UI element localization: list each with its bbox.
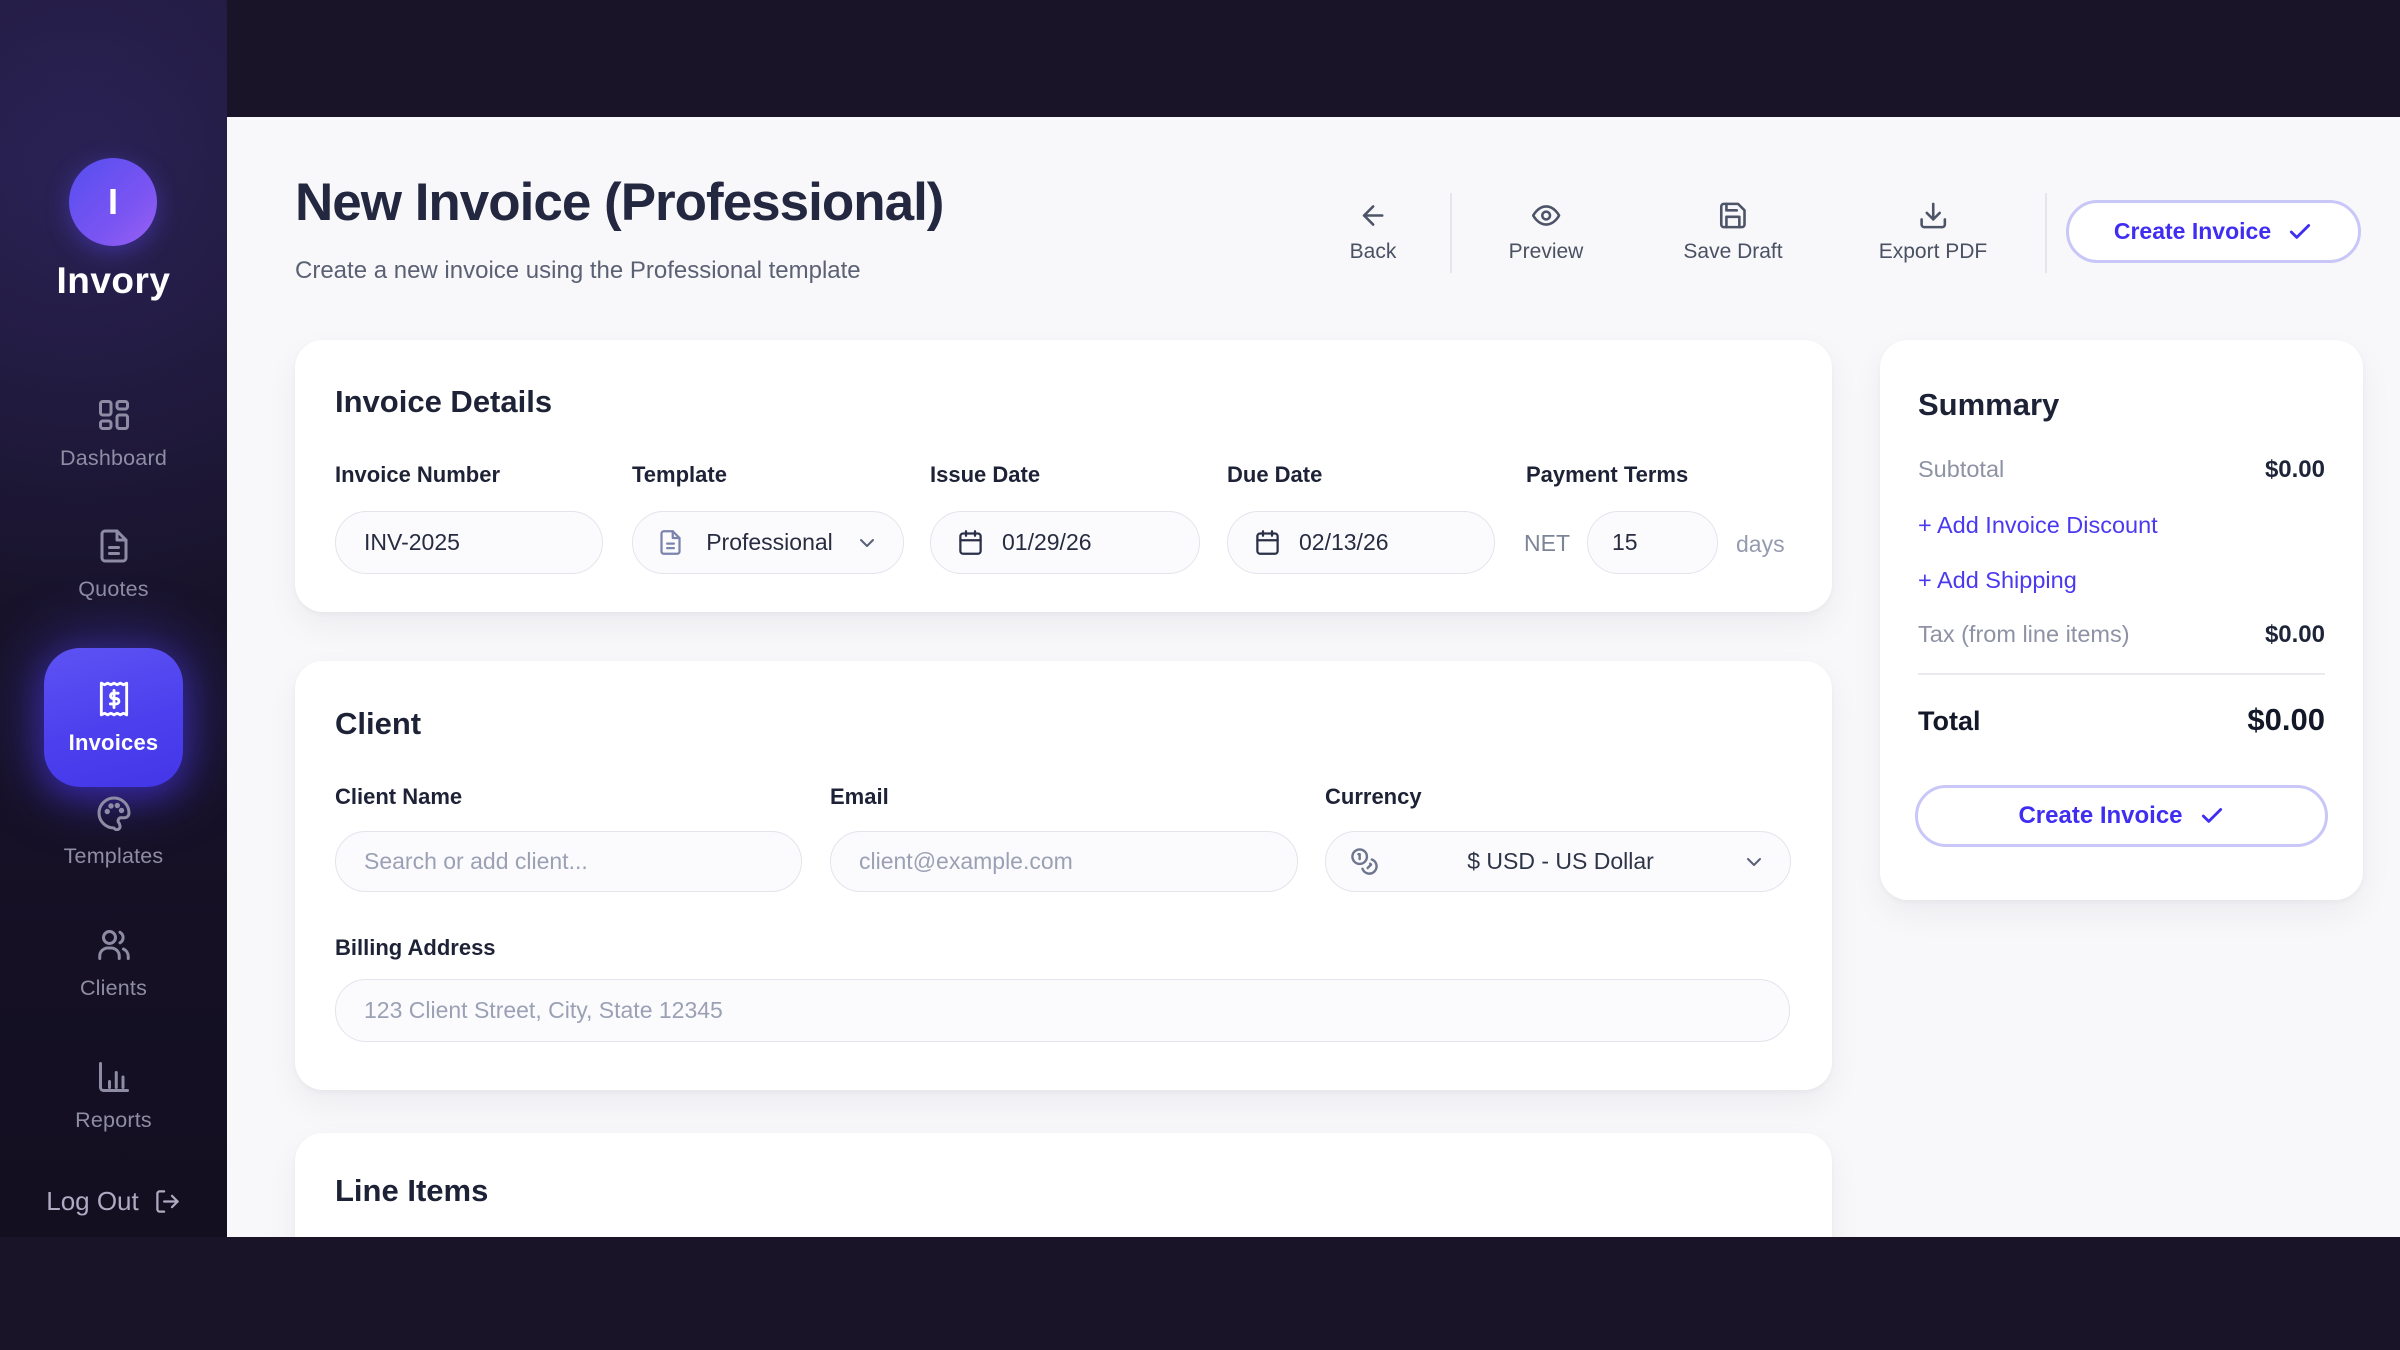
check-icon xyxy=(2199,803,2225,829)
summary-heading: Summary xyxy=(1918,387,2059,423)
tax-value: $0.00 xyxy=(2265,621,2325,649)
app-logo-letter: I xyxy=(108,181,118,223)
create-invoice-label: Create Invoice xyxy=(2114,218,2271,245)
save-draft-label: Save Draft xyxy=(1683,240,1782,264)
sidebar-item-label: Clients xyxy=(80,976,147,1001)
due-date-label: Due Date xyxy=(1227,462,1322,488)
export-pdf-label: Export PDF xyxy=(1879,240,1988,264)
add-shipping-link[interactable]: + Add Shipping xyxy=(1918,567,2077,594)
template-select[interactable]: Professional xyxy=(632,511,904,574)
issue-date-input[interactable]: 01/29/26 xyxy=(930,511,1200,574)
preview-label: Preview xyxy=(1509,240,1584,264)
sidebar-item-label: Templates xyxy=(64,844,164,869)
sidebar-item-label: Reports xyxy=(75,1108,152,1133)
create-invoice-button-top[interactable]: Create Invoice xyxy=(2066,200,2361,263)
download-icon xyxy=(1918,200,1949,231)
issue-date-value: 01/29/26 xyxy=(1002,529,1092,556)
sidebar-item-quotes[interactable]: Quotes xyxy=(0,528,227,602)
calendar-icon xyxy=(957,529,984,556)
currency-label: Currency xyxy=(1325,784,1422,810)
back-label: Back xyxy=(1350,240,1397,264)
currency-select[interactable]: $ USD - US Dollar xyxy=(1325,831,1791,892)
app-name: Invory xyxy=(0,260,227,302)
page-subtitle: Create a new invoice using the Professio… xyxy=(295,257,861,285)
create-invoice-button-summary[interactable]: Create Invoice xyxy=(1915,785,2328,847)
page-title: New Invoice (Professional) xyxy=(295,172,943,233)
client-name-input[interactable] xyxy=(335,831,802,892)
quotes-icon xyxy=(96,528,132,564)
logout-button[interactable]: Log Out xyxy=(0,1186,227,1217)
logout-icon xyxy=(154,1188,181,1215)
subtotal-value: $0.00 xyxy=(2265,456,2325,484)
arrow-left-icon xyxy=(1358,200,1389,231)
due-date-input[interactable]: 02/13/26 xyxy=(1227,511,1495,574)
sidebar-item-clients[interactable]: Clients xyxy=(0,927,227,1001)
save-draft-button[interactable]: Save Draft xyxy=(1683,200,1782,264)
total-row: Total $0.00 xyxy=(1918,702,2325,738)
issue-date-label: Issue Date xyxy=(930,462,1040,488)
main-content: New Invoice (Professional) Create a new … xyxy=(227,117,2400,1237)
tax-row: Tax (from line items) $0.00 xyxy=(1918,621,2325,649)
logout-label: Log Out xyxy=(46,1186,139,1217)
users-icon xyxy=(96,927,132,963)
billing-address-label: Billing Address xyxy=(335,935,496,961)
due-date-value: 02/13/26 xyxy=(1299,529,1389,556)
billing-address-input[interactable] xyxy=(335,979,1790,1042)
currency-value: $ USD - US Dollar xyxy=(1467,848,1654,875)
invoice-details-card: Invoice Details Invoice Number Template … xyxy=(295,340,1832,612)
add-discount-link[interactable]: + Add Invoice Discount xyxy=(1918,512,2158,539)
invoices-receipt-icon xyxy=(95,680,133,718)
total-label: Total xyxy=(1918,706,1981,737)
app-logo: I xyxy=(69,158,157,246)
export-pdf-button[interactable]: Export PDF xyxy=(1879,200,1988,264)
sidebar-item-dashboard[interactable]: Dashboard xyxy=(0,397,227,471)
back-button[interactable]: Back xyxy=(1350,200,1397,264)
total-value: $0.00 xyxy=(2247,702,2325,738)
create-invoice-label: Create Invoice xyxy=(2018,802,2182,830)
calendar-icon xyxy=(1254,529,1281,556)
preview-button[interactable]: Preview xyxy=(1509,200,1584,264)
payment-terms-label: Payment Terms xyxy=(1526,462,1688,488)
sidebar-item-label: Invoices xyxy=(69,730,159,756)
invoice-number-input[interactable] xyxy=(335,511,603,574)
net-prefix: NET xyxy=(1524,530,1570,557)
toolbar-separator xyxy=(1450,193,1452,273)
sidebar-item-invoices-active[interactable]: Invoices xyxy=(44,648,183,787)
subtotal-row: Subtotal $0.00 xyxy=(1918,456,2325,484)
dashboard-icon xyxy=(96,397,132,433)
client-email-input[interactable] xyxy=(830,831,1298,892)
sidebar: I Invory Dashboard Quotes Invoices T xyxy=(0,0,227,1237)
file-text-icon xyxy=(657,529,684,556)
line-items-card: Line Items xyxy=(295,1133,1832,1237)
client-name-label: Client Name xyxy=(335,784,462,810)
client-card: Client Client Name Email Currency $ USD … xyxy=(295,661,1832,1090)
invoice-details-heading: Invoice Details xyxy=(335,384,552,420)
bar-chart-icon xyxy=(96,1059,132,1095)
line-items-heading: Line Items xyxy=(335,1173,488,1209)
eye-icon xyxy=(1530,200,1561,231)
chevron-down-icon xyxy=(1742,850,1766,874)
client-email-label: Email xyxy=(830,784,889,810)
summary-card: Summary Subtotal $0.00 + Add Invoice Dis… xyxy=(1880,340,2363,900)
template-label: Template xyxy=(632,462,727,488)
palette-icon xyxy=(96,795,132,831)
toolbar-separator xyxy=(2045,193,2047,273)
sidebar-item-label: Dashboard xyxy=(60,446,167,471)
template-value: Professional xyxy=(706,529,833,556)
save-icon xyxy=(1718,200,1749,231)
invoice-number-label: Invoice Number xyxy=(335,462,500,488)
sidebar-item-templates[interactable]: Templates xyxy=(0,795,227,869)
subtotal-label: Subtotal xyxy=(1918,456,2004,483)
app-root: I Invory Dashboard Quotes Invoices T xyxy=(0,0,2400,1350)
coins-icon xyxy=(1350,847,1379,876)
days-suffix: days xyxy=(1736,531,1785,558)
payment-terms-input[interactable] xyxy=(1587,511,1718,574)
sidebar-item-label: Quotes xyxy=(78,577,149,602)
client-heading: Client xyxy=(335,706,421,742)
check-icon xyxy=(2287,219,2313,245)
sidebar-item-reports[interactable]: Reports xyxy=(0,1059,227,1133)
summary-divider xyxy=(1918,673,2325,675)
chevron-down-icon xyxy=(855,531,879,555)
tax-label: Tax (from line items) xyxy=(1918,621,2130,648)
